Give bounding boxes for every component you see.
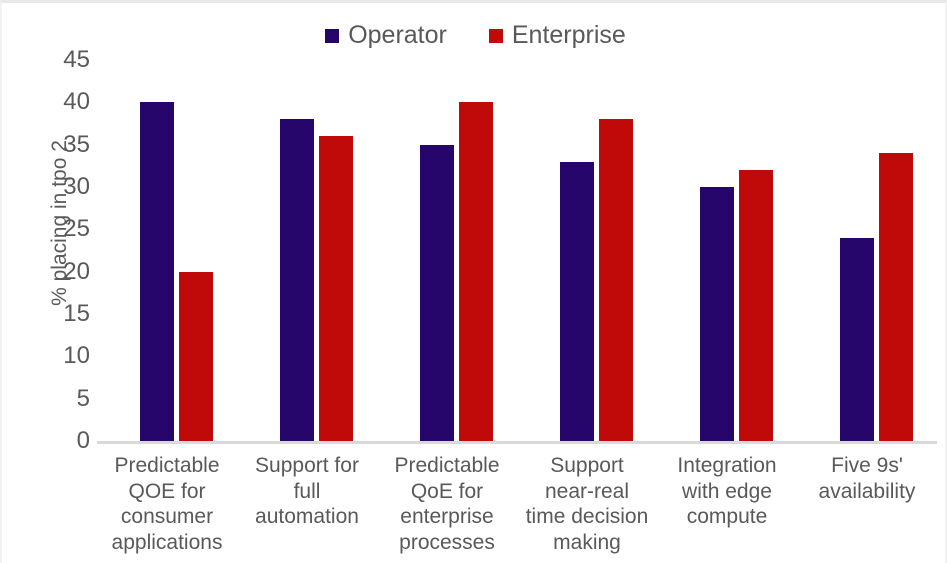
x-axis-label-line: consumer xyxy=(120,505,214,529)
x-axis-label-line: with edge xyxy=(682,479,772,503)
bar-enterprise xyxy=(459,102,493,441)
bar-operator xyxy=(280,119,314,441)
legend-item-enterprise: Enterprise xyxy=(488,21,626,49)
bar-enterprise xyxy=(179,271,213,441)
x-axis-label-line: applications xyxy=(111,530,223,554)
x-axis-label: Five 9s' availability xyxy=(797,453,937,504)
y-tick-label: 35 xyxy=(63,130,90,158)
bar-chart: Operator Enterprise % placing in tpo 2 4… xyxy=(0,0,947,563)
bar-enterprise xyxy=(599,119,633,441)
legend-label-operator: Operator xyxy=(348,21,447,49)
x-axis-label: Predictable QoE for enterprise processes xyxy=(377,453,517,555)
x-axis-label-line: Support for xyxy=(255,454,359,477)
x-axis-label: Support for full automation xyxy=(237,453,377,530)
bar-group xyxy=(797,60,937,441)
bar-enterprise xyxy=(739,170,773,441)
y-tick-label: 25 xyxy=(63,215,90,243)
y-tick-label: 45 xyxy=(63,46,90,73)
x-axis-label-line: Integration xyxy=(677,454,777,477)
bar-group xyxy=(97,60,237,441)
legend-swatch-operator xyxy=(325,28,340,43)
y-tick-label: 40 xyxy=(63,88,90,116)
x-axis-label: Predictable QOE for consumer applications xyxy=(97,453,237,555)
bar-group xyxy=(237,60,377,441)
x-axis-label: Support near-real time decision making xyxy=(517,453,657,555)
y-tick-label: 20 xyxy=(63,257,90,285)
x-axis-label-line: automation xyxy=(255,505,359,529)
bar-operator xyxy=(840,237,874,441)
x-axis-label-line: availability xyxy=(818,479,916,503)
bar-enterprise xyxy=(319,136,353,441)
x-axis-label-line: QoE for xyxy=(410,479,484,503)
chart-legend: Operator Enterprise xyxy=(2,21,945,49)
x-axis-label-line: QOE for xyxy=(128,479,206,503)
x-axis-label: Integration with edge compute xyxy=(657,453,797,530)
y-tick-label: 5 xyxy=(76,384,90,412)
bar-operator xyxy=(420,144,454,441)
bar-operator xyxy=(140,102,174,441)
x-axis-label-line: processes xyxy=(399,530,495,554)
x-axis-label-line: enterprise xyxy=(400,505,494,529)
y-tick-label: 15 xyxy=(63,300,90,327)
x-axis-label-line: compute xyxy=(686,505,768,529)
legend-swatch-enterprise xyxy=(488,28,503,43)
x-axis-label-line: Five 9s' xyxy=(831,454,903,477)
y-tick-label: 0 xyxy=(76,427,90,454)
x-axis-label-line: near-real xyxy=(544,479,630,503)
x-axis-label-line: Predictable xyxy=(394,454,500,477)
bar-group xyxy=(657,60,797,441)
y-tick-label: 10 xyxy=(63,342,90,370)
legend-label-enterprise: Enterprise xyxy=(511,21,626,49)
bar-operator xyxy=(560,161,594,441)
x-axis-labels: Predictable QOE for consumer applications Su… xyxy=(97,453,937,563)
x-axis-line xyxy=(97,441,937,444)
plot-area xyxy=(97,60,937,441)
y-tick-label: 30 xyxy=(63,173,90,200)
x-axis-label-line: Predictable xyxy=(114,454,220,477)
x-axis-label-line: making xyxy=(553,530,621,554)
bar-operator xyxy=(700,187,734,441)
y-axis-ticks: 45 40 35 30 25 20 15 10 5 0 xyxy=(2,48,90,453)
x-axis-label-line: Support xyxy=(550,454,624,477)
x-axis-label-line: time decision xyxy=(525,505,649,529)
bar-enterprise xyxy=(879,153,913,441)
x-axis-label-line: full xyxy=(293,479,321,503)
bar-group xyxy=(517,60,657,441)
legend-item-operator: Operator xyxy=(325,23,447,48)
bar-group xyxy=(377,60,517,441)
